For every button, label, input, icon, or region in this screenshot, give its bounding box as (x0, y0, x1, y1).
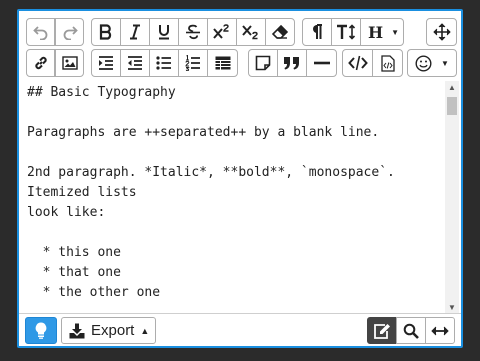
quote-button[interactable] (277, 49, 307, 77)
note-button[interactable] (248, 49, 278, 77)
download-icon (69, 323, 85, 338)
text-line: * the other one (27, 285, 161, 300)
link-icon (34, 56, 47, 70)
code-file-icon (380, 54, 395, 72)
chevron-down-icon: ▼ (391, 27, 400, 37)
strikethrough-icon (186, 24, 200, 40)
numbered-list-button[interactable] (178, 49, 208, 77)
horizontal-rule-button[interactable] (306, 49, 337, 77)
export-label: Export (91, 322, 135, 339)
text-height-button[interactable] (331, 18, 361, 46)
subscript-icon (242, 25, 258, 40)
move-icon (432, 23, 451, 41)
text-line: * this one (27, 245, 121, 260)
edit-icon (374, 323, 390, 339)
paragraph-button[interactable] (302, 18, 332, 46)
vertical-scrollbar[interactable]: ▲ ▼ (445, 81, 459, 313)
move-button[interactable] (426, 18, 457, 46)
italic-icon (130, 24, 140, 40)
edit-mode-button[interactable] (367, 317, 397, 344)
bullet-list-button[interactable] (149, 49, 179, 77)
italic-button[interactable] (120, 18, 150, 46)
underline-icon (159, 25, 169, 40)
markdown-editor: H ▼ ▼ ## Basic Typography Paragraphs are… (17, 9, 463, 348)
text-line (27, 223, 437, 243)
markdown-text-area[interactable]: ## Basic Typography Paragraphs are ++sepa… (27, 83, 437, 311)
search-button[interactable] (396, 317, 426, 344)
clear-format-button[interactable] (265, 18, 295, 46)
redo-icon (63, 26, 78, 40)
outdent-button[interactable] (120, 49, 150, 77)
quote-icon (284, 57, 299, 70)
emoji-dropdown[interactable]: ▼ (407, 49, 457, 77)
text-line: Paragraphs are ++separated++ by a blank … (27, 125, 380, 140)
image-icon (61, 56, 78, 70)
lightbulb-icon (35, 322, 47, 339)
indent-icon (99, 56, 113, 70)
emoji-icon (415, 54, 432, 72)
undo-icon (32, 26, 47, 40)
bold-button[interactable] (91, 18, 121, 46)
arrows-horizontal-icon (431, 326, 449, 335)
text-line (27, 103, 437, 123)
outdent-icon (128, 56, 142, 70)
superscript-button[interactable] (207, 18, 237, 46)
text-line: * that one (27, 265, 121, 280)
scroll-down-arrow-icon[interactable]: ▼ (445, 301, 459, 313)
bold-icon (99, 24, 112, 40)
numbered-list-icon (185, 55, 200, 71)
indent-button[interactable] (91, 49, 121, 77)
subscript-button[interactable] (236, 18, 266, 46)
bullet-list-icon (156, 56, 171, 70)
scroll-up-arrow-icon[interactable]: ▲ (445, 81, 459, 93)
paragraph-icon (313, 24, 322, 39)
heading-icon: H (368, 22, 384, 42)
text-line: Itemized lists (27, 185, 137, 200)
sticky-note-icon (255, 55, 271, 71)
expand-width-button[interactable] (425, 317, 455, 344)
text-line (27, 143, 437, 163)
export-dropdown[interactable]: Export ▲ (61, 317, 156, 344)
text-height-icon (337, 24, 356, 40)
text-line: 2nd paragraph. *Italic*, **bold**, `mono… (27, 165, 395, 180)
chevron-down-icon: ▼ (441, 58, 449, 68)
code-block-button[interactable] (372, 49, 403, 77)
underline-button[interactable] (149, 18, 179, 46)
strikethrough-button[interactable] (178, 18, 208, 46)
horizontal-rule-icon (313, 61, 330, 65)
tips-button[interactable] (25, 317, 57, 344)
superscript-icon (213, 24, 229, 39)
status-bar: Export ▲ (19, 313, 461, 346)
image-button[interactable] (55, 49, 84, 77)
text-line: look like: (27, 205, 106, 220)
redo-button[interactable] (55, 18, 84, 46)
undo-button[interactable] (26, 18, 55, 46)
link-button[interactable] (26, 49, 55, 77)
text-line: ## Basic Typography (27, 85, 176, 100)
scroll-thumb[interactable] (447, 97, 457, 115)
table-icon (215, 56, 230, 70)
chevron-down-icon: ▲ (140, 325, 150, 336)
heading-dropdown[interactable]: H ▼ (360, 18, 404, 46)
eraser-icon (272, 24, 288, 39)
code-icon (347, 55, 368, 71)
table-button[interactable] (207, 49, 238, 77)
search-icon (403, 323, 419, 339)
code-button[interactable] (342, 49, 373, 77)
